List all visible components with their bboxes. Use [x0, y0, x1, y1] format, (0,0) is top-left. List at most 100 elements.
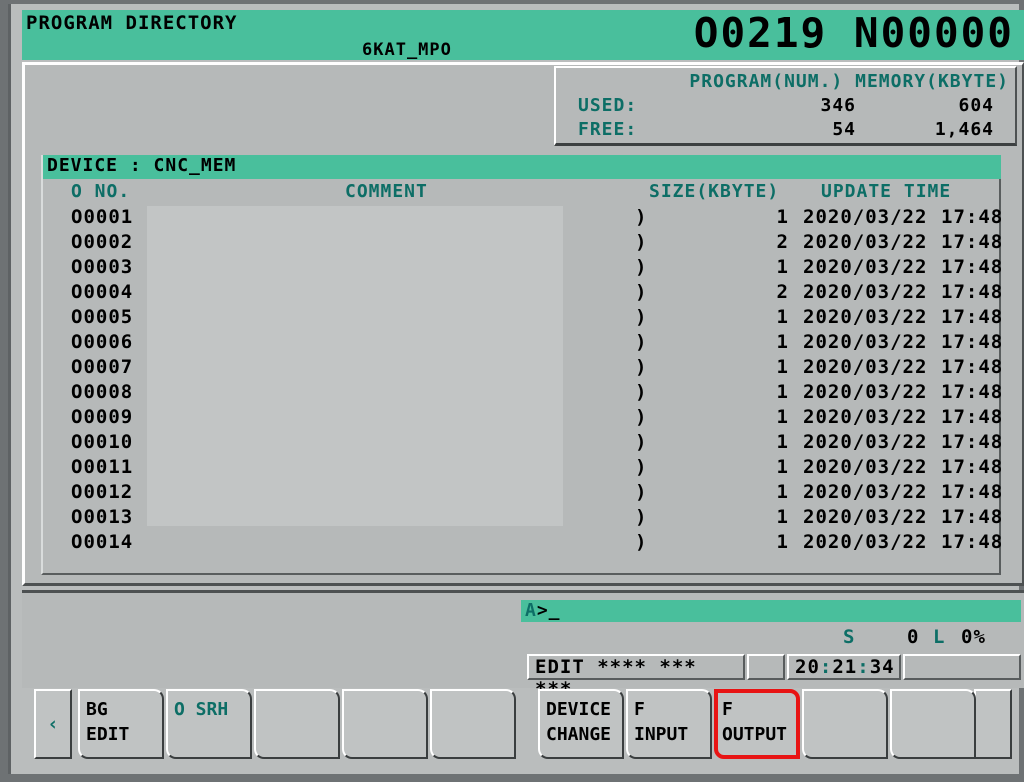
table-row[interactable]: O0007) 1 2020/03/22 17:48	[43, 356, 1002, 381]
softkey-line2: CHANGE	[546, 724, 612, 745]
softkey-blank-9[interactable]	[802, 689, 888, 759]
table-row[interactable]: O0009) 1 2020/03/22 17:48	[43, 406, 1002, 431]
cell-comment: )	[635, 406, 648, 428]
cell-comment: )	[635, 431, 648, 453]
cell-time: 17:48	[941, 506, 1004, 528]
chevron-right-icon[interactable]	[974, 689, 1012, 759]
spindle-label: S	[843, 626, 856, 648]
command-input-line[interactable]: A>_	[521, 600, 1021, 622]
list-column-headers: O NO. COMMENT SIZE(KBYTE) UPDATE TIME	[43, 179, 999, 205]
cell-comment: )	[635, 531, 648, 553]
softkey-blank-5[interactable]	[430, 689, 516, 759]
cell-o-no: O0013	[71, 506, 134, 528]
command-device-letter: A	[525, 600, 537, 621]
cell-size: 1	[776, 256, 789, 278]
cell-time: 17:48	[941, 406, 1004, 428]
softkey-blank-10[interactable]	[890, 689, 976, 759]
softkey-line1: F	[634, 699, 645, 720]
table-row[interactable]: O0014) 1 2020/03/22 17:48	[43, 531, 1002, 556]
softkey-line2: INPUT	[634, 724, 689, 745]
cell-o-no: O0008	[71, 381, 134, 403]
cell-comment: )	[635, 356, 648, 378]
cell-o-no: O0003	[71, 256, 134, 278]
softkey-f-input[interactable]: F INPUT	[626, 689, 712, 759]
program-number-display: O0219 N00000	[693, 9, 1014, 57]
cell-date: 2020/03/22	[803, 506, 928, 528]
cell-comment: )	[635, 331, 648, 353]
memory-used-label: USED:	[578, 95, 638, 116]
clock-seconds: 34	[869, 656, 895, 678]
cell-date: 2020/03/22	[803, 481, 928, 503]
softkey-o-srh[interactable]: O SRH	[166, 689, 252, 759]
cell-o-no: O0007	[71, 356, 134, 378]
cell-o-no: O0010	[71, 431, 134, 453]
softkey-blank-4[interactable]	[342, 689, 428, 759]
table-row[interactable]: O0001) 1 2020/03/22 17:48	[43, 206, 1002, 231]
cell-time: 17:48	[941, 231, 1004, 253]
softkey-device-change[interactable]: DEVICE CHANGE	[538, 689, 624, 759]
cell-size: 1	[776, 431, 789, 453]
softkey-bg-edit[interactable]: BG EDIT	[78, 689, 164, 759]
softkey-line1: BG	[86, 699, 108, 720]
cell-comment: )	[635, 481, 648, 503]
cell-o-no: O0001	[71, 206, 134, 228]
cell-size: 1	[776, 206, 789, 228]
cell-time: 17:48	[941, 431, 1004, 453]
chevron-left-icon[interactable]: ‹	[34, 689, 72, 759]
cell-o-no: O0009	[71, 406, 134, 428]
clock-hours: 20	[795, 656, 820, 678]
cell-time: 17:48	[941, 531, 1004, 553]
table-row[interactable]: O0013) 1 2020/03/22 17:48	[43, 506, 1002, 531]
spindle-value: 0	[907, 626, 920, 648]
cell-date: 2020/03/22	[803, 531, 928, 553]
spindle-status-row: S 0 L 0%	[521, 626, 1021, 650]
cell-o-no: O0011	[71, 456, 134, 478]
cell-time: 17:48	[941, 206, 1004, 228]
cell-time: 17:48	[941, 381, 1004, 403]
cell-comment: )	[635, 381, 648, 403]
clock-box: 20:21:34	[787, 654, 901, 680]
table-row[interactable]: O0003) 1 2020/03/22 17:48	[43, 256, 1002, 281]
cell-size: 1	[776, 306, 789, 328]
table-row[interactable]: O0006) 1 2020/03/22 17:48	[43, 331, 1002, 356]
cell-date: 2020/03/22	[803, 406, 928, 428]
program-list[interactable]: O NO. COMMENT SIZE(KBYTE) UPDATE TIME O0…	[41, 179, 1002, 575]
cell-date: 2020/03/22	[803, 231, 928, 253]
cell-size: 2	[776, 281, 789, 303]
table-row[interactable]: O0008) 1 2020/03/22 17:48	[43, 381, 1002, 406]
soft-key-bar: ‹ BG EDIT O SRH DEVICE CHANGE F INPUT F OUTPUT	[22, 686, 1024, 764]
memory-summary-box: PROGRAM(NUM.) MEMORY(KBYTE) USED: 346 60…	[554, 66, 1017, 146]
column-header-o-no: O NO.	[71, 181, 131, 202]
cell-o-no: O0002	[71, 231, 134, 253]
clock-colon-1: :	[819, 656, 833, 678]
cell-time: 17:48	[941, 331, 1004, 353]
column-header-update-time: UPDATE TIME	[821, 181, 952, 202]
cell-comment: )	[635, 256, 648, 278]
clock-minutes: 21	[832, 656, 858, 678]
table-row[interactable]: O0011) 1 2020/03/22 17:48	[43, 456, 1002, 481]
table-row[interactable]: O0012) 1 2020/03/22 17:48	[43, 481, 1002, 506]
softkey-f-output[interactable]: F OUTPUT	[714, 689, 800, 759]
cell-time: 17:48	[941, 306, 1004, 328]
cell-date: 2020/03/22	[803, 306, 928, 328]
cnc-screen: PROGRAM DIRECTORY 6KAT_MPO O0219 N00000 …	[0, 0, 1024, 782]
softkey-blank-3[interactable]	[254, 689, 340, 759]
cell-date: 2020/03/22	[803, 431, 928, 453]
cell-time: 17:48	[941, 256, 1004, 278]
table-row[interactable]: O0004) 2 2020/03/22 17:48	[43, 281, 1002, 306]
memory-column-header: PROGRAM(NUM.) MEMORY(KBYTE)	[689, 71, 1009, 92]
cell-o-no: O0006	[71, 331, 134, 353]
status-spare-box	[747, 654, 785, 680]
program-list-rows: O0001) 1 2020/03/22 17:48 O0002) 2 2020/03/22 1…	[43, 206, 1002, 556]
cell-time: 17:48	[941, 481, 1004, 503]
cell-time: 17:48	[941, 456, 1004, 478]
cell-comment: )	[635, 506, 648, 528]
memory-free-label: FREE:	[578, 119, 638, 140]
machine-name: 6KAT_MPO	[362, 40, 452, 60]
cell-date: 2020/03/22	[803, 206, 928, 228]
softkey-line2: OUTPUT	[722, 724, 788, 745]
table-row[interactable]: O0010) 1 2020/03/22 17:48	[43, 431, 1002, 456]
load-label: L	[933, 626, 946, 648]
table-row[interactable]: O0005) 1 2020/03/22 17:48	[43, 306, 1002, 331]
table-row[interactable]: O0002) 2 2020/03/22 17:48	[43, 231, 1002, 256]
